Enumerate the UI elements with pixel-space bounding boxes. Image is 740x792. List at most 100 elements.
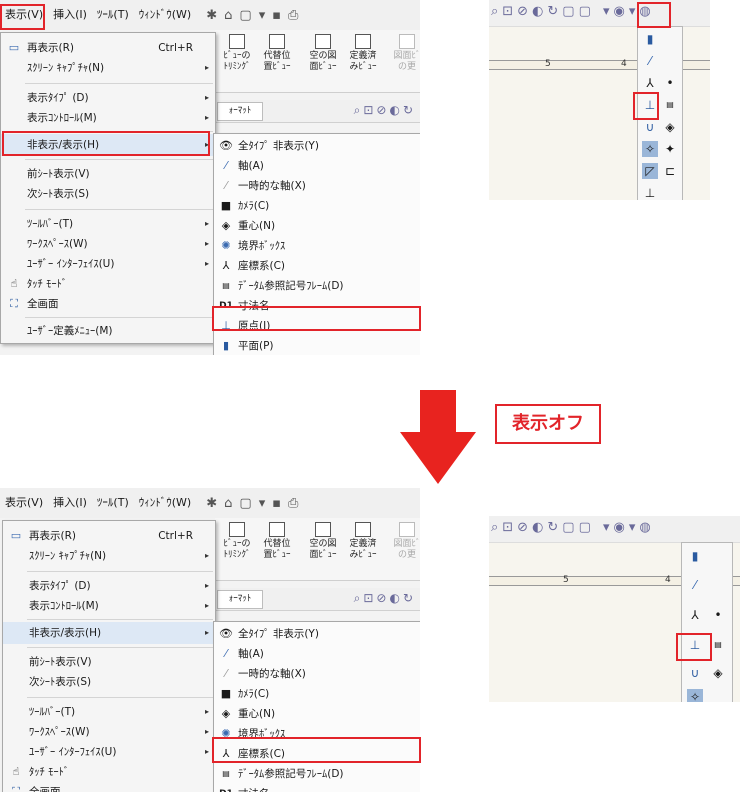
submenu-item-temporary-axis[interactable]: ⁄ 一時的な軸(X) [214, 176, 420, 196]
menu-item-hide-show[interactable]: 非表示/表示(H) ▸ [1, 134, 215, 156]
view-toolbar-icons[interactable]: ⌕⊡⊘◐↻▢▢ ▾◉▾◍ [491, 4, 655, 19]
print-icon[interactable]: ⎙ [288, 8, 298, 23]
menu-item-redraw[interactable]: ▭ 再表示(R) Ctrl+R [1, 37, 215, 59]
submenu-item-datum-frame[interactable]: ▤ ﾃﾞｰﾀﾑ参照記号ﾌﾚｰﾑ(D) [214, 764, 420, 784]
dimension-icon[interactable]: ◸ [642, 163, 658, 179]
print-icon[interactable]: ⎙ [288, 496, 298, 511]
submenu-item-coordinate-system[interactable]: ⅄ 座標系(C) [214, 256, 420, 276]
menu-item-screen-capture[interactable]: ｽｸﾘｰﾝ ｷｬﾌﾟﾁｬ(N) ▸ [1, 57, 215, 79]
view-tools-icons[interactable]: ⌕⊡⊘◐↻ [354, 591, 416, 606]
submenu-item-dimension-name[interactable]: D1寸法名 [214, 296, 420, 316]
frame-icon[interactable]: ⊏ [662, 163, 678, 179]
point-icon[interactable]: • [710, 607, 726, 623]
format-tab[interactable]: ｫｰﾏｯﾄ [217, 590, 263, 609]
submenu-item-temporary-axis[interactable]: ⁄ 一時的な軸(X) [214, 664, 420, 684]
pin-icon[interactable]: ✱ [206, 496, 217, 511]
new-document-icon[interactable]: ▢ [239, 8, 251, 23]
menu-tools[interactable]: ﾂｰﾙ(T) [92, 492, 134, 514]
plane-icon[interactable]: ▮ [642, 31, 658, 47]
submenu-item-bounding-box[interactable]: ✺ 境界ﾎﾞｯｸｽ [214, 724, 420, 744]
empty-view-button[interactable]: 空の図 面ﾋﾞｭｰ [303, 34, 343, 73]
view-trim-button[interactable]: ﾋﾞｭｰの ﾄﾘﾐﾝｸﾞ [217, 34, 257, 73]
axis-icon[interactable]: ⁄ [642, 53, 658, 69]
menu-view[interactable]: 表示(V) [0, 4, 48, 26]
menu-item-toolbars[interactable]: ﾂｰﾙﾊﾞｰ(T) ▸ [3, 701, 215, 723]
menu-insert[interactable]: 挿入(I) [48, 492, 92, 514]
datum-icon[interactable]: ⊥ [642, 185, 658, 200]
predefined-view-button[interactable]: 定義済 みﾋﾞｭｰ [343, 522, 383, 561]
open-icon[interactable]: ▾ [259, 496, 266, 511]
submenu-item-axis[interactable]: ⁄ 軸(A) [214, 644, 420, 664]
submenu-item-plane[interactable]: ▮ 平面(P) [214, 336, 420, 355]
menu-item-touch-mode[interactable]: ☝ ﾀｯﾁ ﾓｰﾄﾞ [3, 761, 215, 783]
menu-item-next-sheet[interactable]: 次ｼｰﾄ表示(S) [3, 671, 215, 693]
update-view-button[interactable]: 図面ﾋﾞ の更 [387, 34, 420, 73]
menu-insert[interactable]: 挿入(I) [48, 4, 92, 26]
submenu-item-origin[interactable]: ⊥ 原点(I) [214, 316, 420, 336]
submenu-item-center-of-mass[interactable]: ◈ 重心(N) [214, 704, 420, 724]
predefined-view-button[interactable]: 定義済 みﾋﾞｭｰ [343, 34, 383, 73]
axis-icon[interactable]: ⁄ [687, 577, 703, 593]
datum-frame-icon[interactable]: ▤ [710, 637, 726, 653]
alternate-position-button[interactable]: 代替位 置ﾋﾞｭｰ [257, 34, 297, 73]
save-icon[interactable]: ▪ [272, 496, 281, 511]
sketch-icon[interactable]: ✧ [687, 689, 703, 702]
menu-item-display-type[interactable]: 表示ﾀｲﾌﾟ (D) ▸ [1, 87, 215, 109]
alternate-position-button[interactable]: 代替位 置ﾋﾞｭｰ [257, 522, 297, 561]
submenu-item-camera[interactable]: ■ ｶﾒﾗ(C) [214, 684, 420, 704]
curve-icon[interactable]: ∪ [642, 119, 658, 135]
menu-item-workspace[interactable]: ﾜｰｸｽﾍﾟｰｽ(W) ▸ [1, 233, 215, 255]
menu-item-next-sheet[interactable]: 次ｼｰﾄ表示(S) [1, 183, 215, 205]
menu-item-user-interface[interactable]: ﾕｰｻﾞｰ ｲﾝﾀｰﾌｪｲｽ(U) ▸ [3, 741, 215, 763]
menu-item-fullscreen[interactable]: ⛶ 全画面 [1, 293, 215, 315]
pin-icon[interactable]: ✱ [206, 8, 217, 23]
open-icon[interactable]: ▾ [259, 8, 266, 23]
origin-icon[interactable]: ⊥ [687, 637, 703, 653]
view-trim-button[interactable]: ﾋﾞｭｰの ﾄﾘﾐﾝｸﾞ [217, 522, 257, 561]
origin-icon[interactable]: ⊥ [642, 97, 658, 113]
center-of-mass-icon[interactable]: ◈ [662, 119, 678, 135]
menu-item-redraw[interactable]: ▭ 再表示(R) Ctrl+R [3, 525, 215, 547]
save-icon[interactable]: ▪ [272, 8, 281, 23]
home-icon[interactable]: ⌂ [224, 496, 232, 511]
menu-window[interactable]: ｳｨﾝﾄﾞｳ(W) [134, 492, 196, 514]
menu-item-previous-sheet[interactable]: 前ｼｰﾄ表示(V) [3, 651, 215, 673]
menu-item-screen-capture[interactable]: ｽｸﾘｰﾝ ｷｬﾌﾟﾁｬ(N) ▸ [3, 545, 215, 567]
submenu-item-coordinate-system[interactable]: ⅄ 座標系(C) [214, 744, 420, 764]
sketch-icon[interactable]: ✧ [642, 141, 658, 157]
center-of-mass-icon[interactable]: ◈ [710, 665, 726, 681]
menu-item-display-type[interactable]: 表示ﾀｲﾌﾟ (D) ▸ [3, 575, 215, 597]
menu-window[interactable]: ｳｨﾝﾄﾞｳ(W) [134, 4, 196, 26]
annotation-icon[interactable]: ✦ [662, 141, 678, 157]
submenu-item-center-of-mass[interactable]: ◈ 重心(N) [214, 216, 420, 236]
submenu-item-bounding-box[interactable]: ✺ 境界ﾎﾞｯｸｽ [214, 236, 420, 256]
menu-item-toolbars[interactable]: ﾂｰﾙﾊﾞｰ(T) ▸ [1, 213, 215, 235]
menu-view[interactable]: 表示(V) [0, 492, 48, 514]
menu-item-previous-sheet[interactable]: 前ｼｰﾄ表示(V) [1, 163, 215, 185]
menu-item-display-control[interactable]: 表示ｺﾝﾄﾛｰﾙ(M) ▸ [3, 595, 215, 617]
menu-item-fullscreen[interactable]: ⛶ 全画面 [3, 781, 215, 792]
point-icon[interactable]: • [662, 75, 678, 91]
format-tab[interactable]: ｫｰﾏｯﾄ [217, 102, 263, 121]
coordinate-system-icon[interactable]: ⅄ [687, 607, 703, 623]
menu-item-user-interface[interactable]: ﾕｰｻﾞｰ ｲﾝﾀｰﾌｪｲｽ(U) ▸ [1, 253, 215, 275]
submenu-item-axis[interactable]: ⁄ 軸(A) [214, 156, 420, 176]
menu-item-hide-show[interactable]: 非表示/表示(H) ▸ [3, 622, 215, 644]
menu-item-workspace[interactable]: ﾜｰｸｽﾍﾟｰｽ(W) ▸ [3, 721, 215, 743]
submenu-item-hide-all-types[interactable]: 👁 全ﾀｲﾌﾟ 非表示(Y) [214, 136, 420, 156]
view-toolbar-icons[interactable]: ⌕⊡⊘◐↻▢▢ ▾◉▾◍ [491, 520, 655, 535]
menu-item-display-control[interactable]: 表示ｺﾝﾄﾛｰﾙ(M) ▸ [1, 107, 215, 129]
home-icon[interactable]: ⌂ [224, 8, 232, 23]
submenu-item-camera[interactable]: ■ ｶﾒﾗ(C) [214, 196, 420, 216]
menu-item-touch-mode[interactable]: ☝ ﾀｯﾁ ﾓｰﾄﾞ [1, 273, 215, 295]
datum-frame-icon[interactable]: ▤ [662, 97, 678, 113]
update-view-button[interactable]: 図面ﾋﾞ の更 [387, 522, 420, 561]
new-document-icon[interactable]: ▢ [239, 496, 251, 511]
submenu-item-dimension-name[interactable]: D1寸法名 [214, 784, 420, 792]
submenu-item-datum-frame[interactable]: ▤ ﾃﾞｰﾀﾑ参照記号ﾌﾚｰﾑ(D) [214, 276, 420, 296]
curve-icon[interactable]: ∪ [687, 665, 703, 681]
menu-tools[interactable]: ﾂｰﾙ(T) [92, 4, 134, 26]
coordinate-system-icon[interactable]: ⅄ [642, 75, 658, 91]
empty-view-button[interactable]: 空の図 面ﾋﾞｭｰ [303, 522, 343, 561]
plane-icon[interactable]: ▮ [687, 548, 703, 564]
